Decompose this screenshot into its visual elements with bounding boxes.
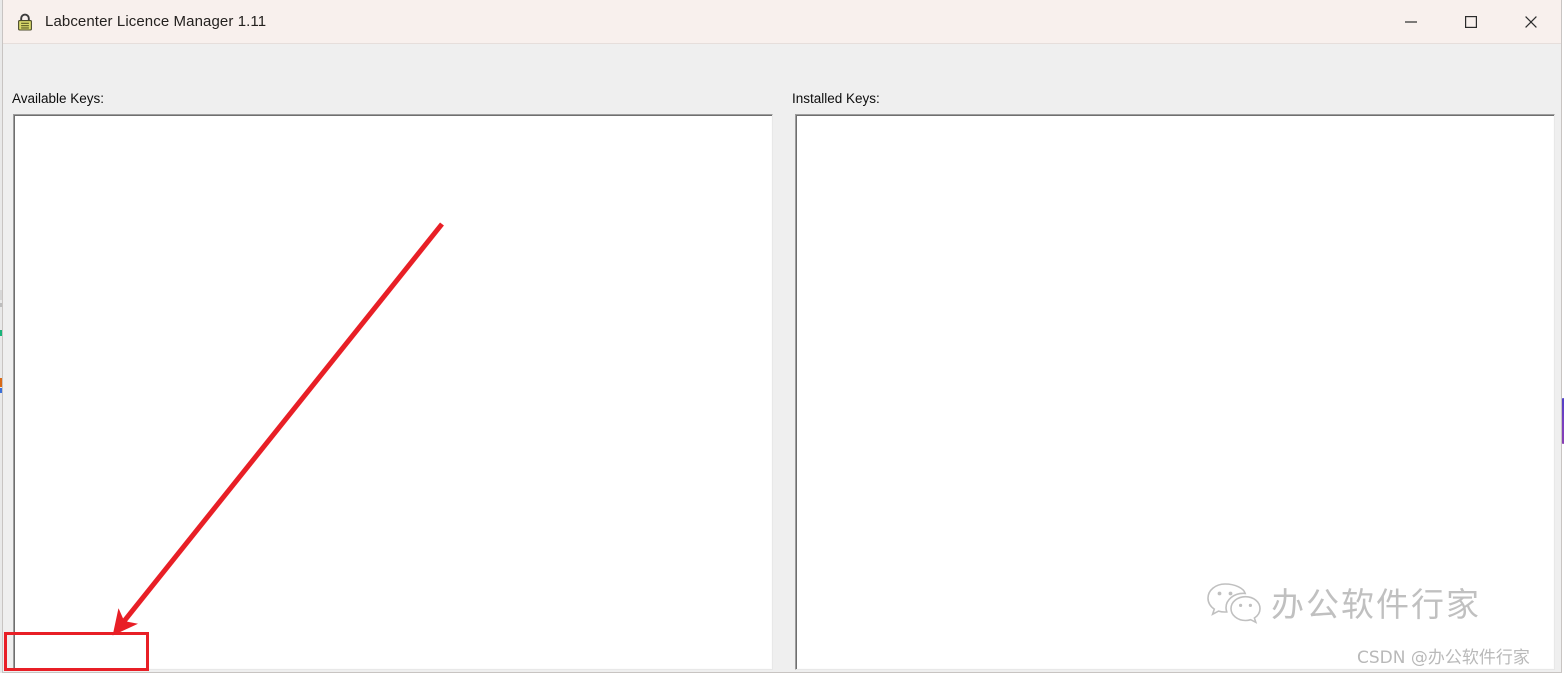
minimize-icon [1405, 21, 1417, 23]
titlebar[interactable]: Labcenter Licence Manager 1.11 [3, 0, 1561, 44]
padlock-icon [18, 13, 32, 31]
window-title: Labcenter Licence Manager 1.11 [45, 13, 267, 30]
licence-manager-window: Labcenter Licence Manager 1.11 Available… [2, 0, 1562, 673]
available-keys-label: Available Keys: [12, 91, 105, 106]
close-icon [1525, 16, 1537, 28]
client-area: Available Keys: Installed Keys: Browse F… [3, 44, 1561, 672]
maximize-button[interactable] [1441, 0, 1501, 44]
close-window-button[interactable] [1501, 0, 1561, 44]
installed-keys-listbox[interactable] [795, 114, 1555, 670]
available-keys-listbox[interactable] [13, 114, 773, 670]
maximize-icon [1465, 16, 1478, 29]
window-controls [1381, 0, 1561, 44]
minimize-button[interactable] [1381, 0, 1441, 44]
installed-keys-label: Installed Keys: [792, 91, 880, 106]
